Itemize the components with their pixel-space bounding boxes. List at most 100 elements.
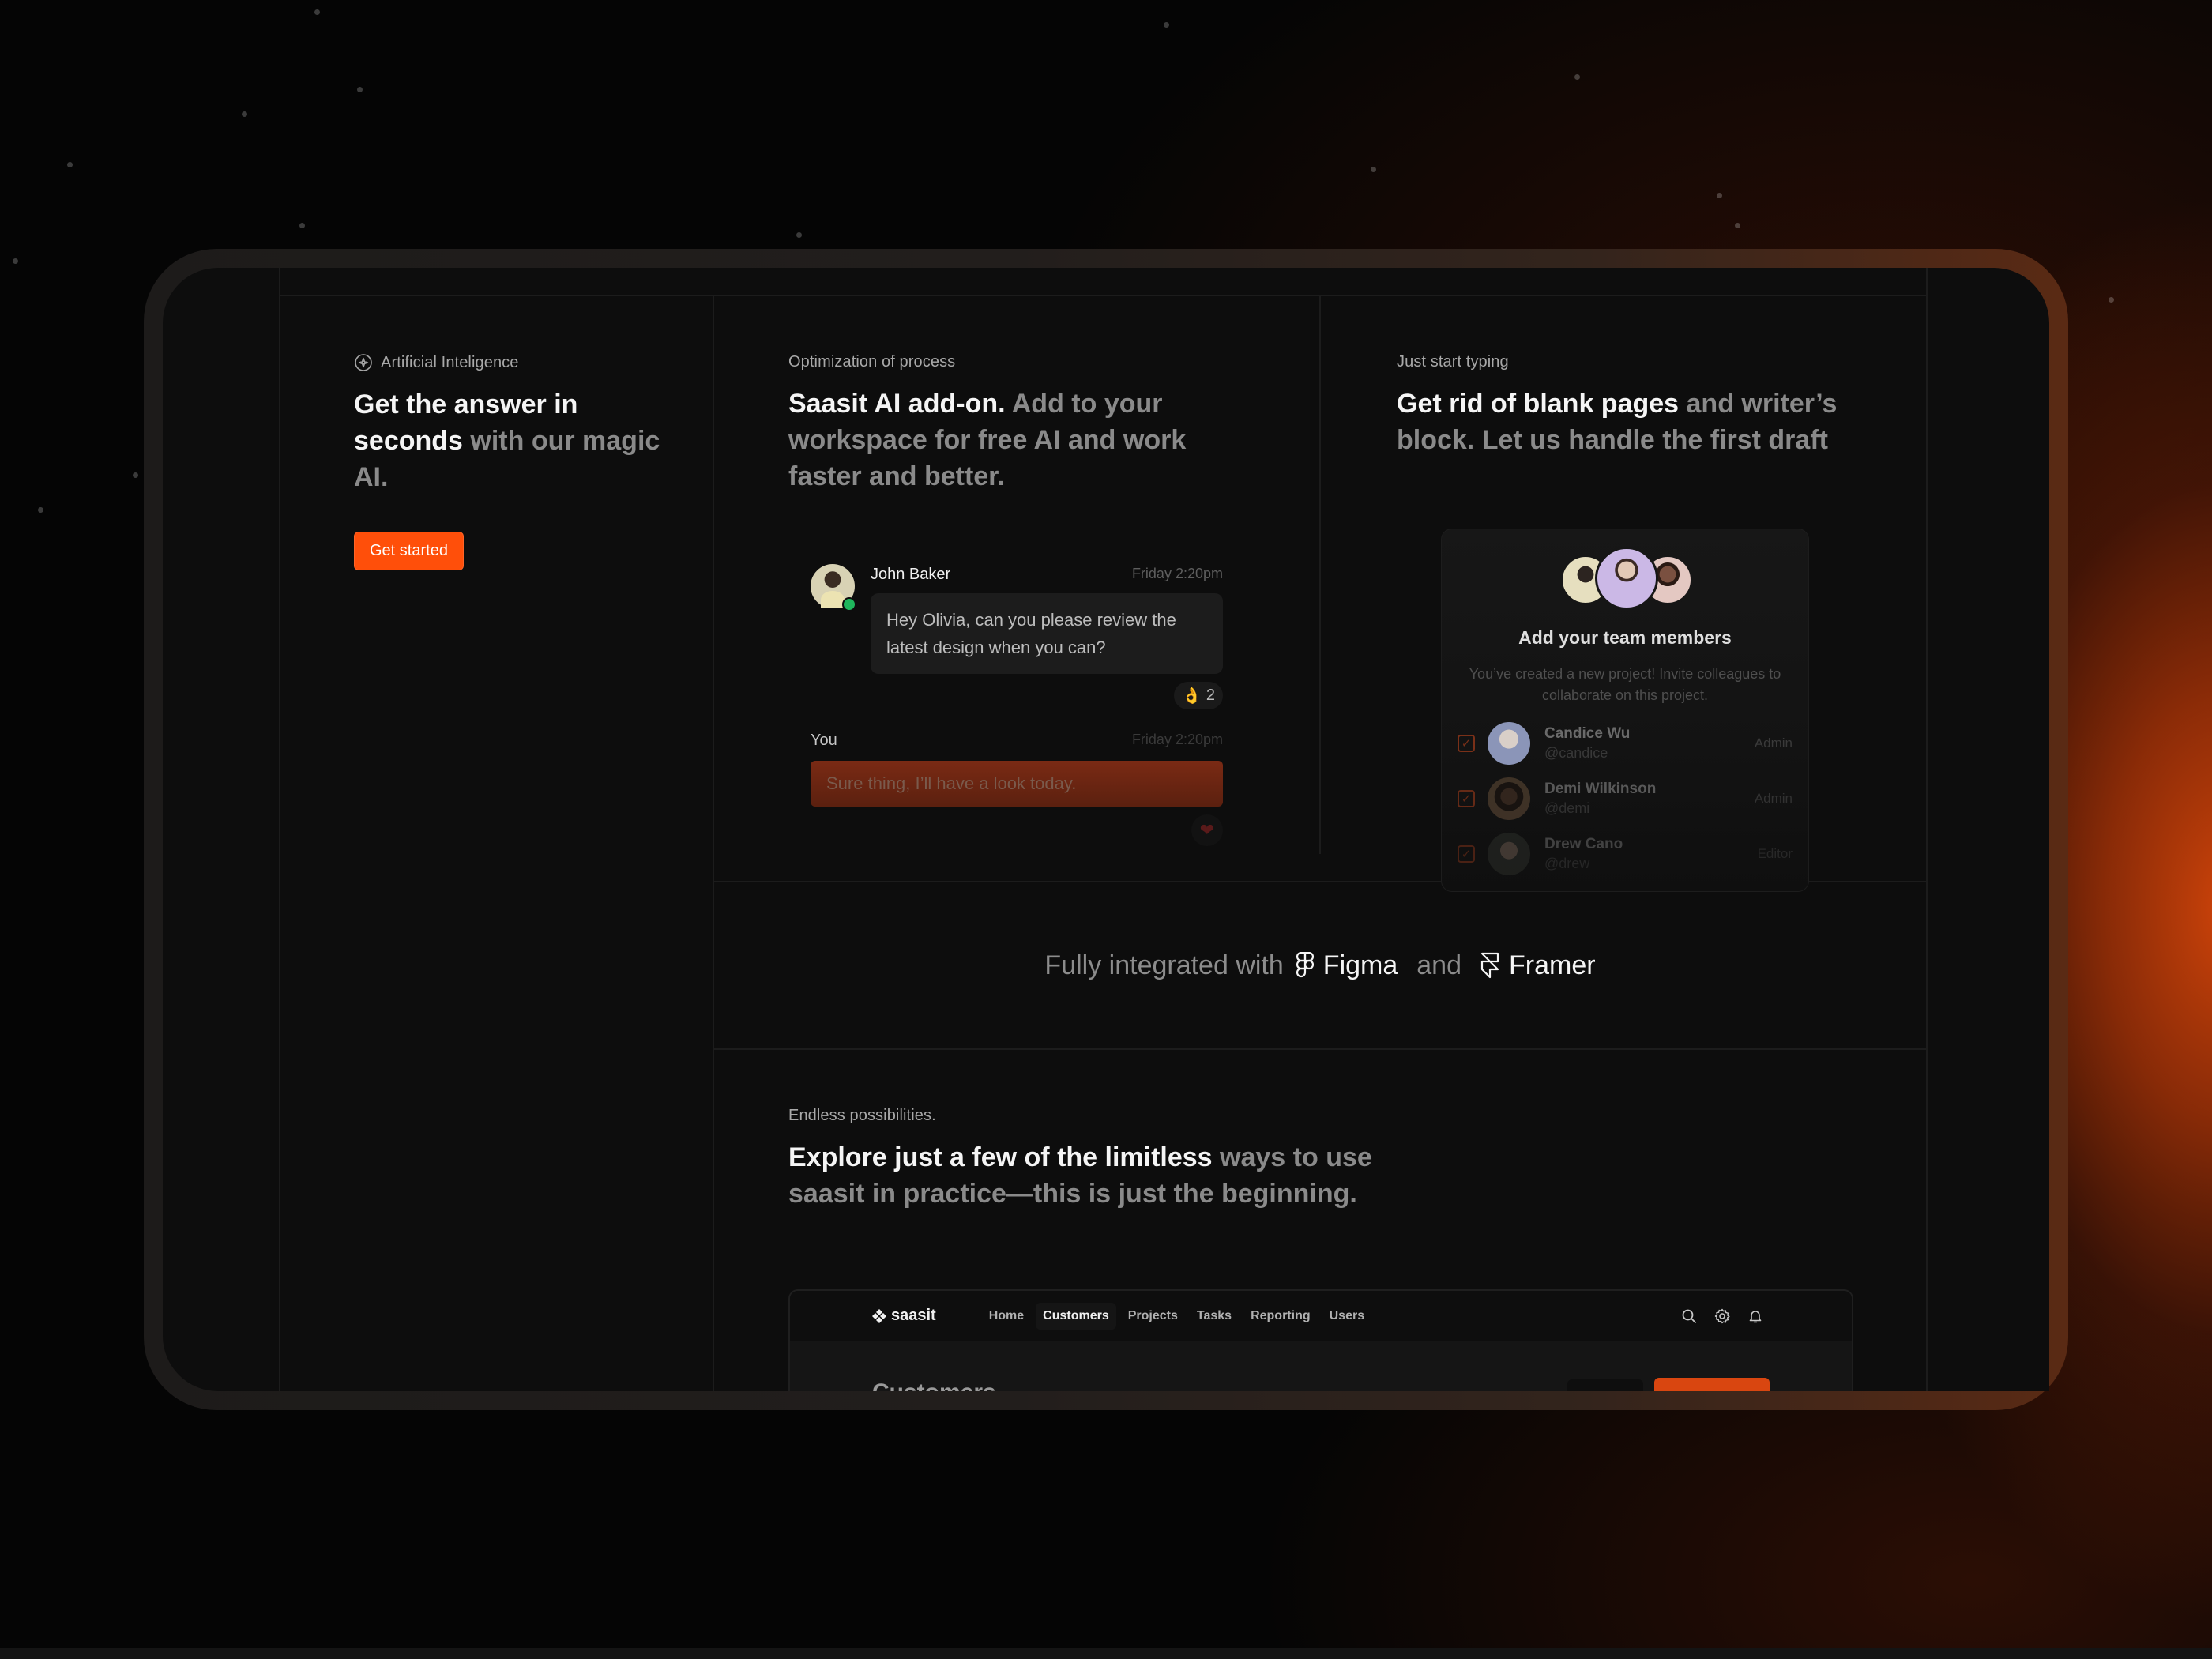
team-card-subtitle: You’ve created a new project! Invite col…	[1469, 666, 1781, 703]
team-card-title: Add your team members	[1518, 627, 1732, 648]
feature-endless-headline: Explore just a few of the limitless ways…	[788, 1139, 1389, 1212]
member-role: Editor	[1757, 846, 1793, 861]
diamond-logo-icon	[872, 1308, 886, 1323]
star	[242, 111, 247, 117]
star	[1371, 167, 1376, 172]
app-preview: saasit Home Customers Projects Tasks Rep…	[788, 1289, 1853, 1391]
member-checkbox[interactable]: ✓	[1458, 790, 1475, 807]
heart-reaction-icon[interactable]: ❤	[1191, 814, 1223, 846]
nav-home[interactable]: Home	[982, 1303, 1031, 1330]
nav-users[interactable]: Users	[1322, 1303, 1371, 1330]
avatar-stack	[1560, 547, 1695, 610]
gear-icon[interactable]	[1714, 1308, 1730, 1324]
message-time: Friday 2:20pm	[1131, 732, 1223, 747]
member-handle: @candice	[1544, 745, 1608, 761]
star	[1717, 193, 1722, 198]
star	[13, 258, 18, 264]
member-checkbox[interactable]: ✓	[1458, 845, 1475, 863]
app-page-title: Customers	[872, 1379, 996, 1391]
grid-line	[713, 1048, 1928, 1050]
incoming-message: John Baker Friday 2:20pm Hey Olivia, can…	[811, 564, 1223, 709]
online-status-dot	[842, 597, 856, 611]
star	[1735, 223, 1740, 228]
star	[314, 9, 320, 15]
member-role: Admin	[1754, 735, 1793, 750]
framer-icon	[1480, 952, 1499, 979]
integrations-row: Fully integrated with Figma and Framer	[714, 882, 1926, 1048]
member-avatar	[1488, 833, 1530, 875]
sender-name: John Baker	[871, 566, 951, 583]
nav-reporting[interactable]: Reporting	[1243, 1303, 1318, 1330]
app-preview-body: Customers	[790, 1341, 1852, 1391]
integrations-joiner: and	[1416, 950, 1462, 980]
feature-typing-eyebrow: Just start typing	[1397, 353, 1509, 371]
feature-endless-eyebrow: Endless possibilities.	[788, 1107, 936, 1124]
get-started-button[interactable]: Get started	[354, 532, 464, 570]
figma-icon	[1296, 952, 1314, 978]
feature-addon-eyebrow: Optimization of process	[788, 353, 956, 371]
grid-line	[279, 295, 1928, 296]
figma-label: Figma	[1322, 950, 1398, 980]
app-nav-links: Home Customers Projects Tasks Reporting …	[982, 1302, 1371, 1330]
bottom-bar	[0, 1648, 2212, 1659]
feature-addon-headline: Saasit AI add-on. Add to your workspace …	[788, 386, 1231, 495]
star	[1164, 22, 1169, 28]
outgoing-message: You Friday 2:20pm Sure thing, I’ll have …	[811, 732, 1223, 846]
reaction-badge[interactable]: 👌 2	[1173, 682, 1223, 709]
feature-ai-eyebrow: Artificial Inteligence	[354, 353, 686, 372]
grid-line	[1319, 295, 1321, 854]
ok-hand-emoji-icon: 👌	[1181, 687, 1202, 705]
member-name: Demi Wilkinson	[1544, 781, 1657, 797]
message-bubble: Sure thing, I’ll have a look today.	[811, 761, 1223, 807]
nav-customers[interactable]: Customers	[1036, 1302, 1116, 1330]
framer-label: Framer	[1509, 950, 1596, 980]
secondary-button[interactable]	[1567, 1379, 1643, 1391]
figma-brand: Figma	[1296, 950, 1398, 981]
framer-brand: Framer	[1480, 950, 1596, 981]
star	[796, 232, 802, 238]
device-screen: Artificial Inteligence Get the answer in…	[163, 268, 2049, 1391]
feature-ai: Artificial Inteligence Get the answer in…	[354, 353, 686, 570]
headline-strong: Get rid of blank pages	[1397, 389, 1680, 419]
member-role: Admin	[1754, 791, 1793, 806]
feature-ai-headline: Get the answer in seconds with our magic…	[354, 386, 686, 495]
grid-line	[279, 268, 280, 1391]
grid-line	[713, 295, 714, 1391]
app-nav-icons	[1681, 1308, 1763, 1324]
member-handle: @drew	[1544, 856, 1590, 871]
search-icon[interactable]	[1681, 1308, 1697, 1324]
avatar	[1595, 547, 1658, 610]
star	[133, 472, 138, 478]
nav-projects[interactable]: Projects	[1121, 1303, 1185, 1330]
grid-line	[1926, 268, 1928, 1391]
app-preview-navbar: saasit Home Customers Projects Tasks Rep…	[790, 1291, 1852, 1341]
member-checkbox[interactable]: ✓	[1458, 735, 1475, 752]
primary-button[interactable]	[1654, 1378, 1770, 1391]
member-row: ✓ Candice Wu @candice Admin	[1458, 716, 1793, 771]
star	[357, 87, 363, 92]
reaction-count: 2	[1206, 687, 1215, 704]
star	[67, 162, 73, 167]
member-row: ✓ Drew Cano @drew Editor	[1458, 826, 1793, 882]
feature-endless: Endless possibilities. Explore just a fe…	[788, 1107, 1389, 1212]
message-bubble: Hey Olivia, can you please review the la…	[871, 593, 1223, 674]
feature-typing-headline: Get rid of blank pages and writer’s bloc…	[1397, 386, 1887, 458]
star	[1574, 74, 1580, 80]
member-avatar	[1488, 722, 1530, 765]
member-row: ✓ Demi Wilkinson @demi Admin	[1458, 771, 1793, 826]
bell-icon[interactable]	[1747, 1308, 1763, 1324]
team-members-card: Add your team members You’ve created a n…	[1441, 529, 1809, 892]
star	[2109, 297, 2114, 303]
nav-tasks[interactable]: Tasks	[1190, 1303, 1239, 1330]
saasit-logo[interactable]: saasit	[872, 1307, 936, 1325]
star	[299, 223, 305, 228]
feature-addon: Optimization of process Saasit AI add-on…	[788, 353, 1231, 495]
member-handle: @demi	[1544, 800, 1590, 816]
headline-strong: Saasit AI add-on.	[788, 389, 1006, 419]
member-name: Drew Cano	[1544, 836, 1623, 852]
feature-typing: Just start typing Get rid of blank pages…	[1397, 353, 1887, 458]
star	[38, 507, 43, 513]
member-name: Candice Wu	[1544, 725, 1631, 742]
integrations-lead: Fully integrated with	[1044, 950, 1284, 980]
sender-name: You	[811, 732, 837, 749]
